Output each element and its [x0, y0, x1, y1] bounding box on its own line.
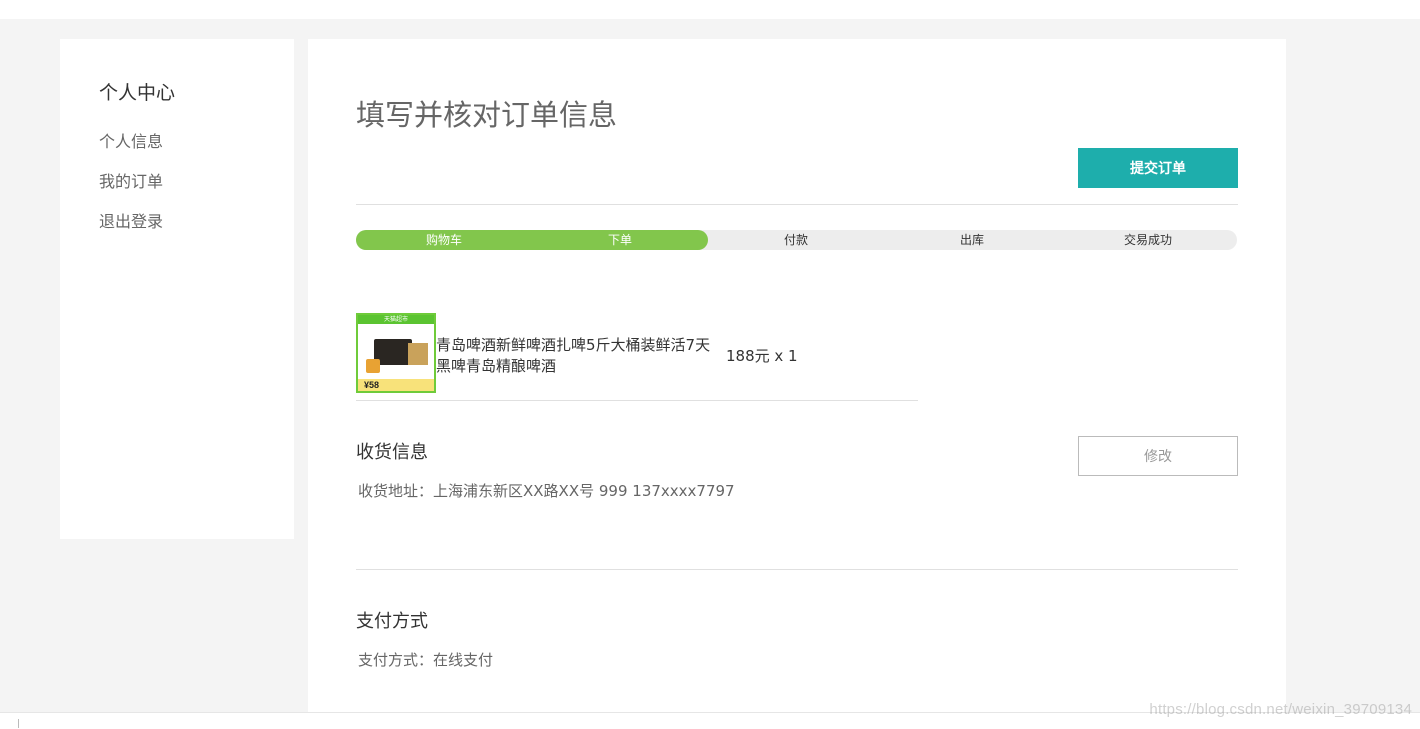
- progress-step-shipping: 出库: [959, 233, 984, 247]
- watermark: https://blog.csdn.net/weixin_39709134: [1149, 701, 1412, 718]
- progress-step-complete: 交易成功: [1123, 233, 1172, 247]
- submit-order-button[interactable]: 提交订单: [1078, 148, 1238, 188]
- edit-address-button[interactable]: 修改: [1078, 436, 1238, 476]
- divider: [356, 569, 1238, 570]
- sidebar-item-logout[interactable]: 退出登录: [99, 208, 163, 232]
- divider: [356, 400, 918, 401]
- sidebar: 个人中心 个人信息 我的订单 退出登录: [60, 39, 294, 539]
- beer-glass-shape: [366, 359, 380, 373]
- product-price-quantity: 188元 x 1: [726, 347, 798, 365]
- sidebar-title: 个人中心: [99, 82, 176, 104]
- order-progress-bar: 购物车 下单 付款 出库 交易成功: [356, 230, 1237, 250]
- shipping-section-title: 收货信息: [356, 442, 428, 463]
- product-image-banner: 天猫超市: [358, 315, 434, 324]
- progress-step-cart: 购物车: [425, 233, 462, 247]
- payment-method: 支付方式：在线支付: [358, 651, 494, 669]
- bottom-tick: [18, 719, 19, 728]
- beer-box-shape: [408, 343, 428, 365]
- divider: [356, 204, 1238, 205]
- order-panel: 填写并核对订单信息 提交订单 购物车 下单 付款 出库 交易成功 天猫超市 ¥5…: [308, 39, 1286, 713]
- shipping-address: 收货地址：上海浦东新区XX路XX号 999 137xxxx7797: [358, 482, 735, 500]
- sidebar-item-orders[interactable]: 我的订单: [99, 168, 163, 192]
- progress-step-payment: 付款: [783, 233, 808, 247]
- page-title: 填写并核对订单信息: [356, 98, 618, 132]
- sidebar-item-profile[interactable]: 个人信息: [99, 128, 163, 152]
- product-name[interactable]: 青岛啤酒新鲜啤酒扎啤5斤大桶装鲜活7天黑啤青岛精酿啤酒: [436, 335, 718, 377]
- progress-step-order: 下单: [607, 233, 632, 247]
- product-image[interactable]: 天猫超市 ¥58: [356, 313, 436, 393]
- product-image-price: ¥58: [364, 380, 380, 390]
- payment-section-title: 支付方式: [356, 611, 428, 632]
